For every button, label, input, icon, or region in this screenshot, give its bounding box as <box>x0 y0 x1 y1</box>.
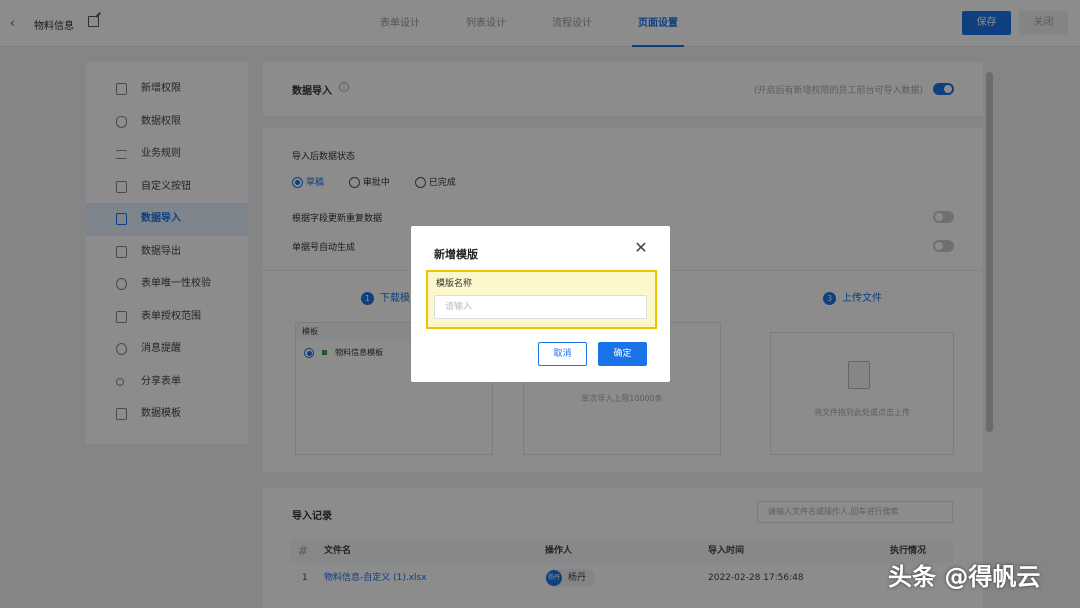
dialog-title: 新增模版 <box>434 248 478 261</box>
close-icon[interactable]: ✕ <box>633 240 649 256</box>
watermark: 头条 @得帆云 <box>888 563 1041 591</box>
new-template-dialog: 新增模版 ✕ 模版名称 请输入 取消 确定 <box>411 226 670 382</box>
confirm-button[interactable]: 确定 <box>598 342 647 366</box>
template-name-field: 模版名称 请输入 <box>426 270 657 329</box>
template-name-input[interactable]: 请输入 <box>434 295 647 319</box>
cancel-button[interactable]: 取消 <box>538 342 587 366</box>
template-name-label: 模版名称 <box>436 279 473 289</box>
